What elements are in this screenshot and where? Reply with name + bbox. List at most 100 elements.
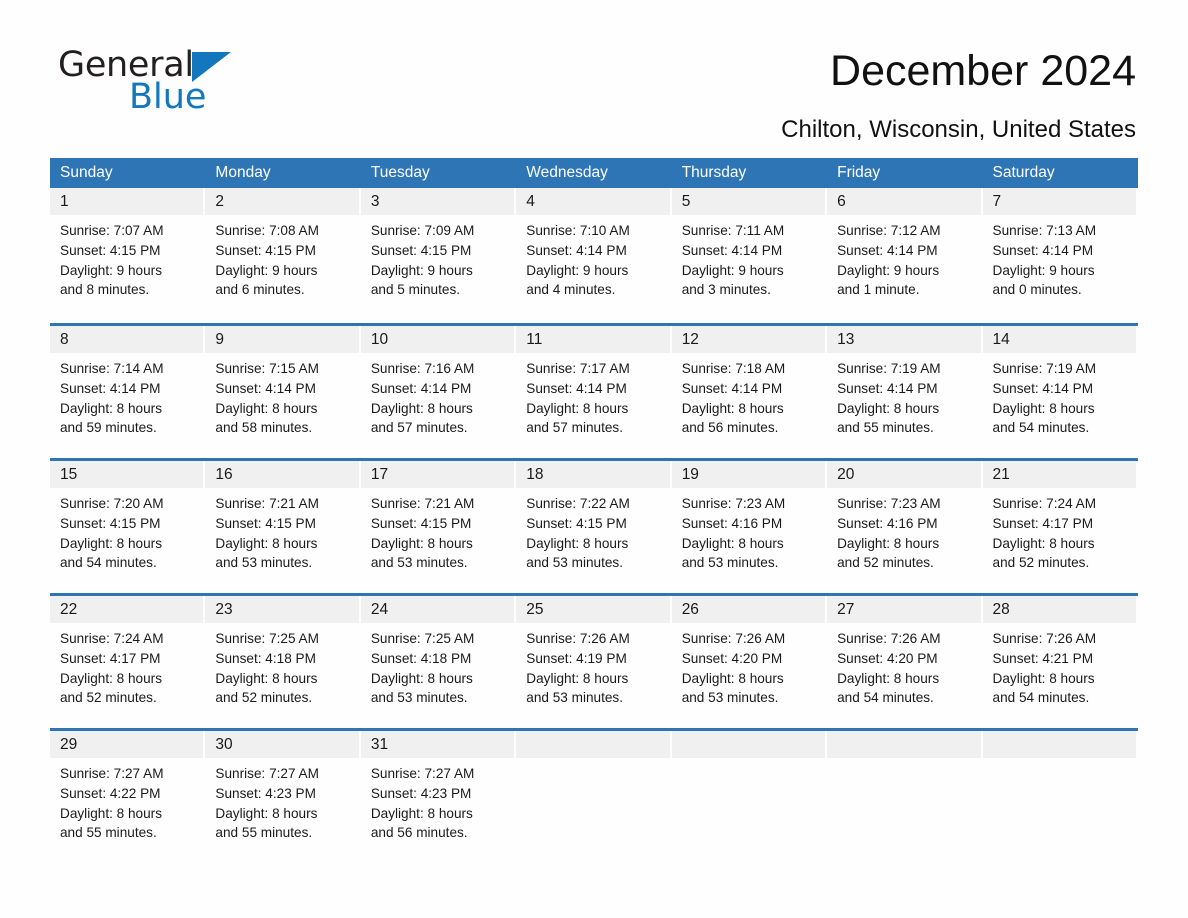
- sunrise-text: Sunrise: 7:18 AM: [681, 361, 786, 376]
- day-cell[interactable]: 18 Sunrise: 7:22 AM Sunset: 4:15 PM Dayl…: [516, 461, 672, 593]
- daylight-text-line2: and 54 minutes.: [837, 690, 934, 706]
- daylight-text-line2: and 53 minutes.: [370, 690, 468, 706]
- sunset-text: Sunset: 4:19 PM: [526, 650, 627, 666]
- day-info: Sunrise: 7:25 AM Sunset: 4:18 PM Dayligh…: [361, 623, 516, 708]
- sunrise-text: Sunrise: 7:11 AM: [681, 223, 785, 238]
- day-cell[interactable]: 29 Sunrise: 7:27 AM Sunset: 4:22 PM Dayl…: [50, 731, 206, 863]
- day-cell[interactable]: 1 Sunrise: 7:07 AM Sunset: 4:15 PM Dayli…: [50, 188, 206, 323]
- day-cell[interactable]: 31 Sunrise: 7:27 AM Sunset: 4:23 PM Dayl…: [360, 731, 517, 863]
- daylight-text-line2: and 59 minutes.: [60, 420, 157, 436]
- day-info: Sunrise: 7:18 AM Sunset: 4:14 PM Dayligh…: [672, 353, 827, 438]
- daylight-text-line1: Daylight: 8 hours: [370, 400, 473, 416]
- day-info: Sunrise: 7:23 AM Sunset: 4:16 PM Dayligh…: [672, 488, 827, 573]
- day-number: 4: [516, 188, 672, 215]
- weekday-header-friday: Friday: [837, 164, 881, 181]
- day-cell[interactable]: 28 Sunrise: 7:26 AM Sunset: 4:21 PM Dayl…: [982, 596, 1138, 728]
- day-number: 13: [827, 326, 983, 353]
- day-info: Sunrise: 7:27 AM Sunset: 4:22 PM Dayligh…: [50, 758, 205, 843]
- daylight-text-line2: and 53 minutes.: [215, 555, 313, 571]
- day-cell[interactable]: 5 Sunrise: 7:11 AM Sunset: 4:14 PM Dayli…: [671, 188, 828, 323]
- day-cell-empty: [516, 731, 672, 863]
- day-info: Sunrise: 7:24 AM Sunset: 4:17 PM Dayligh…: [983, 488, 1138, 573]
- daylight-text-line1: Daylight: 8 hours: [681, 670, 784, 686]
- sunrise-text: Sunrise: 7:24 AM: [60, 631, 164, 646]
- sunrise-text: Sunrise: 7:13 AM: [992, 223, 1097, 238]
- day-cell[interactable]: 11 Sunrise: 7:17 AM Sunset: 4:14 PM Dayl…: [516, 326, 672, 458]
- calendar-week-row: 22 Sunrise: 7:24 AM Sunset: 4:17 PM Dayl…: [50, 593, 1138, 728]
- day-cell[interactable]: 3 Sunrise: 7:09 AM Sunset: 4:15 PM Dayli…: [360, 188, 517, 323]
- day-number: 10: [360, 326, 517, 353]
- day-cell[interactable]: 17 Sunrise: 7:21 AM Sunset: 4:15 PM Dayl…: [360, 461, 517, 593]
- day-number: 28: [982, 596, 1138, 623]
- sunset-text: Sunset: 4:14 PM: [837, 380, 938, 396]
- daylight-text-line2: and 57 minutes.: [526, 420, 623, 436]
- day-cell[interactable]: 25 Sunrise: 7:26 AM Sunset: 4:19 PM Dayl…: [516, 596, 672, 728]
- day-info: Sunrise: 7:19 AM Sunset: 4:14 PM Dayligh…: [827, 353, 982, 438]
- day-info: Sunrise: 7:24 AM Sunset: 4:17 PM Dayligh…: [50, 623, 205, 708]
- daylight-text-line1: Daylight: 8 hours: [215, 805, 318, 821]
- sunset-text: Sunset: 4:17 PM: [60, 650, 161, 666]
- day-cell[interactable]: 16 Sunrise: 7:21 AM Sunset: 4:15 PM Dayl…: [205, 461, 361, 593]
- page-subtitle-location: Chilton, Wisconsin, United States: [781, 116, 1136, 143]
- sunrise-text: Sunrise: 7:24 AM: [992, 496, 1097, 511]
- sunset-text: Sunset: 4:15 PM: [370, 242, 472, 258]
- day-cell[interactable]: 22 Sunrise: 7:24 AM Sunset: 4:17 PM Dayl…: [50, 596, 206, 728]
- daylight-text-line2: and 57 minutes.: [370, 420, 468, 436]
- day-info: Sunrise: 7:07 AM Sunset: 4:15 PM Dayligh…: [50, 215, 205, 300]
- day-cell[interactable]: 15 Sunrise: 7:20 AM Sunset: 4:15 PM Dayl…: [50, 461, 206, 593]
- day-number: 9: [205, 326, 361, 353]
- day-info: Sunrise: 7:22 AM Sunset: 4:15 PM Dayligh…: [516, 488, 671, 573]
- day-cell[interactable]: 2 Sunrise: 7:08 AM Sunset: 4:15 PM Dayli…: [205, 188, 361, 323]
- sunrise-text: Sunrise: 7:12 AM: [837, 223, 941, 238]
- day-cell[interactable]: 30 Sunrise: 7:27 AM Sunset: 4:23 PM Dayl…: [205, 731, 361, 863]
- day-info: Sunrise: 7:11 AM Sunset: 4:14 PM Dayligh…: [672, 215, 827, 300]
- sunset-text: Sunset: 4:14 PM: [992, 380, 1094, 396]
- day-cell[interactable]: 14 Sunrise: 7:19 AM Sunset: 4:14 PM Dayl…: [982, 326, 1138, 458]
- day-cell[interactable]: 8 Sunrise: 7:14 AM Sunset: 4:14 PM Dayli…: [50, 326, 206, 458]
- daylight-text-line2: and 6 minutes.: [215, 282, 305, 298]
- sunrise-text: Sunrise: 7:27 AM: [215, 766, 319, 781]
- sunrise-text: Sunrise: 7:26 AM: [681, 631, 786, 646]
- sunset-text: Sunset: 4:23 PM: [215, 785, 316, 801]
- day-cell[interactable]: 24 Sunrise: 7:25 AM Sunset: 4:18 PM Dayl…: [360, 596, 517, 728]
- daylight-text-line1: Daylight: 8 hours: [681, 400, 784, 416]
- day-info: Sunrise: 7:08 AM Sunset: 4:15 PM Dayligh…: [205, 215, 360, 300]
- day-number: 23: [205, 596, 361, 623]
- day-number: 16: [205, 461, 361, 488]
- day-info: Sunrise: 7:21 AM Sunset: 4:15 PM Dayligh…: [205, 488, 360, 573]
- weekday-header-row: Sunday Monday Tuesday Wednesday Thursday…: [50, 158, 1138, 188]
- daylight-text-line1: Daylight: 9 hours: [60, 262, 163, 278]
- day-number: 6: [827, 188, 983, 215]
- daylight-text-line2: and 8 minutes.: [60, 282, 150, 298]
- day-info: [983, 758, 1138, 764]
- day-info: [672, 758, 827, 764]
- day-info: [516, 758, 671, 764]
- sunrise-text: Sunrise: 7:21 AM: [215, 496, 319, 511]
- day-info: Sunrise: 7:26 AM Sunset: 4:20 PM Dayligh…: [672, 623, 827, 708]
- day-cell[interactable]: 21 Sunrise: 7:24 AM Sunset: 4:17 PM Dayl…: [982, 461, 1138, 593]
- sunrise-text: Sunrise: 7:10 AM: [526, 223, 630, 238]
- sunrise-text: Sunrise: 7:23 AM: [837, 496, 941, 511]
- day-info: Sunrise: 7:17 AM Sunset: 4:14 PM Dayligh…: [516, 353, 671, 438]
- day-cell[interactable]: 26 Sunrise: 7:26 AM Sunset: 4:20 PM Dayl…: [671, 596, 828, 728]
- weekday-header-wednesday: Wednesday: [526, 164, 608, 181]
- day-cell[interactable]: 9 Sunrise: 7:15 AM Sunset: 4:14 PM Dayli…: [205, 326, 361, 458]
- day-number: 2: [205, 188, 361, 215]
- sunset-text: Sunset: 4:14 PM: [681, 242, 783, 258]
- daylight-text-line1: Daylight: 8 hours: [370, 805, 473, 821]
- day-cell[interactable]: 12 Sunrise: 7:18 AM Sunset: 4:14 PM Dayl…: [671, 326, 828, 458]
- day-cell[interactable]: 20 Sunrise: 7:23 AM Sunset: 4:16 PM Dayl…: [827, 461, 983, 593]
- sunset-text: Sunset: 4:14 PM: [60, 380, 161, 396]
- day-info: Sunrise: 7:26 AM Sunset: 4:20 PM Dayligh…: [827, 623, 982, 708]
- day-cell[interactable]: 10 Sunrise: 7:16 AM Sunset: 4:14 PM Dayl…: [360, 326, 517, 458]
- calendar-page: General Blue December 2024 Chilton, Wisc…: [0, 0, 1188, 918]
- day-cell[interactable]: 7 Sunrise: 7:13 AM Sunset: 4:14 PM Dayli…: [982, 188, 1138, 323]
- sunrise-text: Sunrise: 7:17 AM: [526, 361, 630, 376]
- day-cell[interactable]: 23 Sunrise: 7:25 AM Sunset: 4:18 PM Dayl…: [205, 596, 361, 728]
- day-cell[interactable]: 6 Sunrise: 7:12 AM Sunset: 4:14 PM Dayli…: [827, 188, 983, 323]
- day-cell[interactable]: 19 Sunrise: 7:23 AM Sunset: 4:16 PM Dayl…: [671, 461, 828, 593]
- day-cell[interactable]: 4 Sunrise: 7:10 AM Sunset: 4:14 PM Dayli…: [516, 188, 672, 323]
- sunset-text: Sunset: 4:20 PM: [837, 650, 938, 666]
- day-cell[interactable]: 13 Sunrise: 7:19 AM Sunset: 4:14 PM Dayl…: [827, 326, 983, 458]
- day-cell[interactable]: 27 Sunrise: 7:26 AM Sunset: 4:20 PM Dayl…: [827, 596, 983, 728]
